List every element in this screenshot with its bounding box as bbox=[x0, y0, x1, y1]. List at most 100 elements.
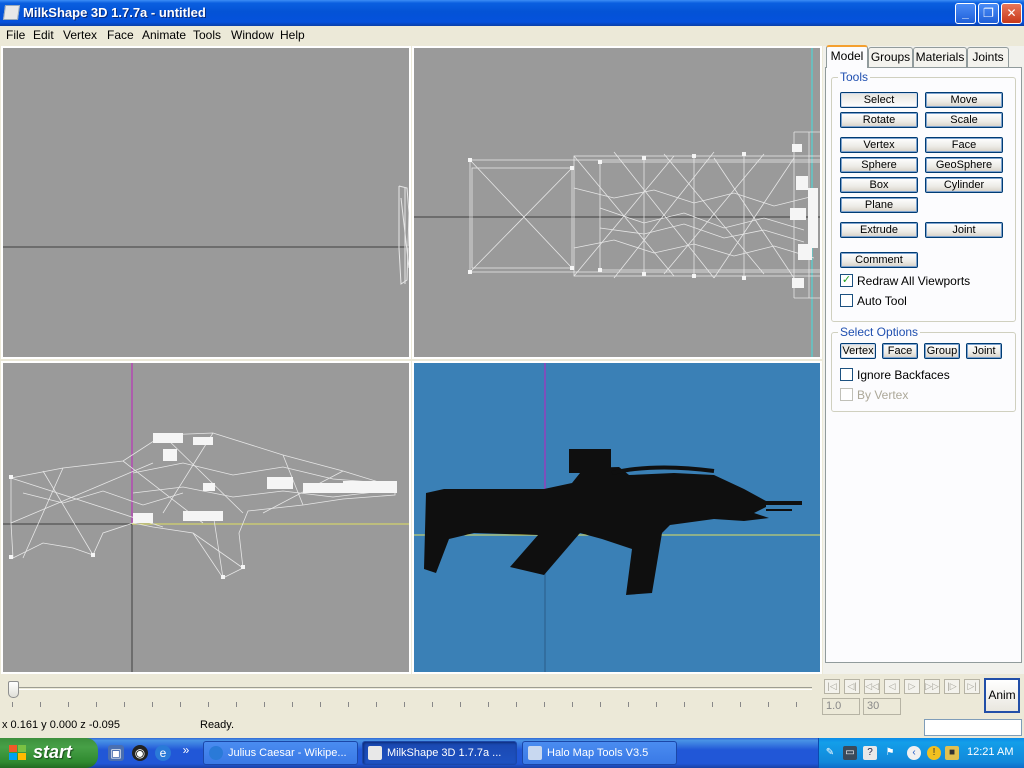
rifle-silhouette bbox=[414, 363, 820, 672]
comment-tool-button[interactable]: Comment bbox=[840, 252, 918, 268]
auto-tool-checkbox[interactable] bbox=[840, 294, 853, 307]
joint-tool-button[interactable]: Joint bbox=[925, 222, 1003, 238]
select-tool-button[interactable]: Select bbox=[840, 92, 918, 108]
viewport-bottom-left[interactable] bbox=[1, 361, 411, 674]
box-tool-button[interactable]: Box bbox=[840, 177, 918, 193]
select-vertex-button[interactable]: Vertex bbox=[840, 343, 876, 359]
windows-flag-icon bbox=[9, 745, 27, 761]
menu-bar: File Edit Vertex Face Animate Tools Wind… bbox=[0, 26, 1024, 45]
cursor-coordinates: x 0.161 y 0.000 z -0.095 bbox=[2, 719, 121, 731]
auto-tool-row[interactable]: Auto Tool bbox=[840, 294, 1010, 308]
tools-group-label: Tools bbox=[838, 70, 871, 84]
rotate-tool-button[interactable]: Rotate bbox=[840, 112, 918, 128]
internet-explorer-icon[interactable]: e bbox=[155, 745, 171, 761]
select-options-group: Select Options Vertex Face Group Joint I… bbox=[831, 325, 1016, 412]
face-tool-button[interactable]: Face bbox=[925, 137, 1003, 153]
tools-group: Tools Select Move Rotate Scale Vertex Fa… bbox=[831, 70, 1016, 322]
milkshape-app-icon bbox=[2, 5, 21, 20]
media-player-icon[interactable]: ◉ bbox=[132, 745, 148, 761]
redraw-all-viewports-row[interactable]: ✓ Redraw All Viewports bbox=[840, 274, 1010, 288]
tool-icon[interactable]: ✎ bbox=[823, 746, 837, 760]
menu-help[interactable]: Help bbox=[280, 28, 305, 42]
frame-slider-thumb[interactable] bbox=[8, 681, 19, 698]
first-frame-button[interactable]: |◁ bbox=[824, 679, 840, 694]
flag-icon[interactable]: ⚑ bbox=[883, 746, 897, 760]
sphere-tool-button[interactable]: Sphere bbox=[840, 157, 918, 173]
tab-groups[interactable]: Groups bbox=[868, 47, 913, 67]
viewport-top-right[interactable] bbox=[412, 46, 822, 359]
anim-mode-button[interactable]: Anim bbox=[984, 678, 1020, 713]
task-milkshape[interactable]: MilkShape 3D 1.7.7a ... bbox=[362, 741, 517, 765]
next-frame-button[interactable]: ▷ bbox=[904, 679, 920, 694]
by-vertex-label: By Vertex bbox=[857, 388, 909, 402]
geosphere-tool-button[interactable]: GeoSphere bbox=[925, 157, 1003, 173]
menu-animate[interactable]: Animate bbox=[142, 28, 186, 42]
viewport-top-left[interactable] bbox=[1, 46, 411, 359]
start-button[interactable]: start bbox=[0, 738, 98, 768]
start-frame-field[interactable]: 1.0 bbox=[822, 698, 860, 715]
lock-icon[interactable]: ■ bbox=[945, 746, 959, 760]
scale-tool-button[interactable]: Scale bbox=[925, 112, 1003, 128]
back-arrow-icon[interactable]: ‹ bbox=[907, 746, 921, 760]
task-internet-explorer-label: Julius Caesar - Wikipe... bbox=[228, 747, 347, 759]
monitor-icon[interactable]: ▭ bbox=[843, 746, 857, 760]
status-bar: x 0.161 y 0.000 z -0.095 Ready. bbox=[0, 718, 1024, 738]
tool-panel: Model Groups Materials Joints Tools Sele… bbox=[823, 45, 1024, 674]
viewport-bottom-right[interactable] bbox=[412, 361, 822, 674]
cylinder-tool-button[interactable]: Cylinder bbox=[925, 177, 1003, 193]
tab-materials[interactable]: Materials bbox=[913, 47, 967, 67]
status-field bbox=[924, 719, 1022, 736]
windows-taskbar: start ▣ ◉ e » Julius Caesar - Wikipe... … bbox=[0, 738, 1024, 768]
wireframe-top-left bbox=[3, 185, 409, 285]
status-message: Ready. bbox=[200, 719, 235, 731]
wireframe-bottom-left bbox=[3, 363, 409, 672]
last-frame-button[interactable]: ▷| bbox=[964, 679, 980, 694]
menu-edit[interactable]: Edit bbox=[33, 28, 54, 42]
tab-model[interactable]: Model bbox=[826, 45, 868, 68]
menu-vertex[interactable]: Vertex bbox=[63, 28, 97, 42]
security-shield-icon[interactable]: ! bbox=[927, 746, 941, 760]
redraw-all-viewports-checkbox[interactable]: ✓ bbox=[840, 274, 853, 287]
quick-launch-more-icon[interactable]: » bbox=[178, 742, 194, 758]
prev-frame-button[interactable]: ◁ bbox=[884, 679, 900, 694]
select-face-button[interactable]: Face bbox=[882, 343, 918, 359]
title-bar: MilkShape 3D 1.7.7a - untitled _ ❐ ✕ bbox=[0, 0, 1024, 26]
window-title: MilkShape 3D 1.7.7a - untitled bbox=[23, 5, 206, 20]
frame-ticks bbox=[12, 702, 812, 707]
ignore-backfaces-checkbox[interactable] bbox=[840, 368, 853, 381]
tab-joints[interactable]: Joints bbox=[967, 47, 1009, 67]
menu-file[interactable]: File bbox=[6, 28, 25, 42]
milkshape-task-icon bbox=[368, 746, 382, 760]
maximize-button[interactable]: ❐ bbox=[978, 3, 999, 24]
halo-map-tools-task-icon bbox=[528, 746, 542, 760]
minimize-button[interactable]: _ bbox=[955, 3, 976, 24]
rewind-button[interactable]: ◁◁ bbox=[864, 679, 880, 694]
wireframe-top-right bbox=[414, 48, 820, 357]
close-button[interactable]: ✕ bbox=[1001, 3, 1022, 24]
ignore-backfaces-label: Ignore Backfaces bbox=[857, 368, 950, 382]
menu-window[interactable]: Window bbox=[231, 28, 274, 42]
end-frame-field[interactable]: 30 bbox=[863, 698, 901, 715]
extrude-tool-button[interactable]: Extrude bbox=[840, 222, 918, 238]
task-halo-map-tools[interactable]: Halo Map Tools V3.5 bbox=[522, 741, 677, 765]
select-joint-button[interactable]: Joint bbox=[966, 343, 1002, 359]
move-tool-button[interactable]: Move bbox=[925, 92, 1003, 108]
plane-tool-button[interactable]: Plane bbox=[840, 197, 918, 213]
show-desktop-icon[interactable]: ▣ bbox=[108, 745, 124, 761]
by-vertex-checkbox bbox=[840, 388, 853, 401]
select-group-button[interactable]: Group bbox=[924, 343, 960, 359]
menu-face[interactable]: Face bbox=[107, 28, 134, 42]
milkshape-window: MilkShape 3D 1.7.7a - untitled _ ❐ ✕ Fil… bbox=[0, 0, 1024, 768]
menu-tools[interactable]: Tools bbox=[193, 28, 221, 42]
prev-key-button[interactable]: ◁| bbox=[844, 679, 860, 694]
select-options-label: Select Options bbox=[838, 325, 921, 339]
clock: 12:21 AM bbox=[967, 746, 1014, 758]
task-internet-explorer[interactable]: Julius Caesar - Wikipe... bbox=[203, 741, 358, 765]
ignore-backfaces-row[interactable]: Ignore Backfaces bbox=[840, 368, 1010, 382]
fast-forward-button[interactable]: ▷▷ bbox=[924, 679, 940, 694]
help-icon[interactable]: ? bbox=[863, 746, 877, 760]
model-tab-body: Tools Select Move Rotate Scale Vertex Fa… bbox=[825, 67, 1022, 663]
vertex-tool-button[interactable]: Vertex bbox=[840, 137, 918, 153]
next-key-button[interactable]: |▷ bbox=[944, 679, 960, 694]
frame-slider-track[interactable] bbox=[12, 687, 812, 690]
